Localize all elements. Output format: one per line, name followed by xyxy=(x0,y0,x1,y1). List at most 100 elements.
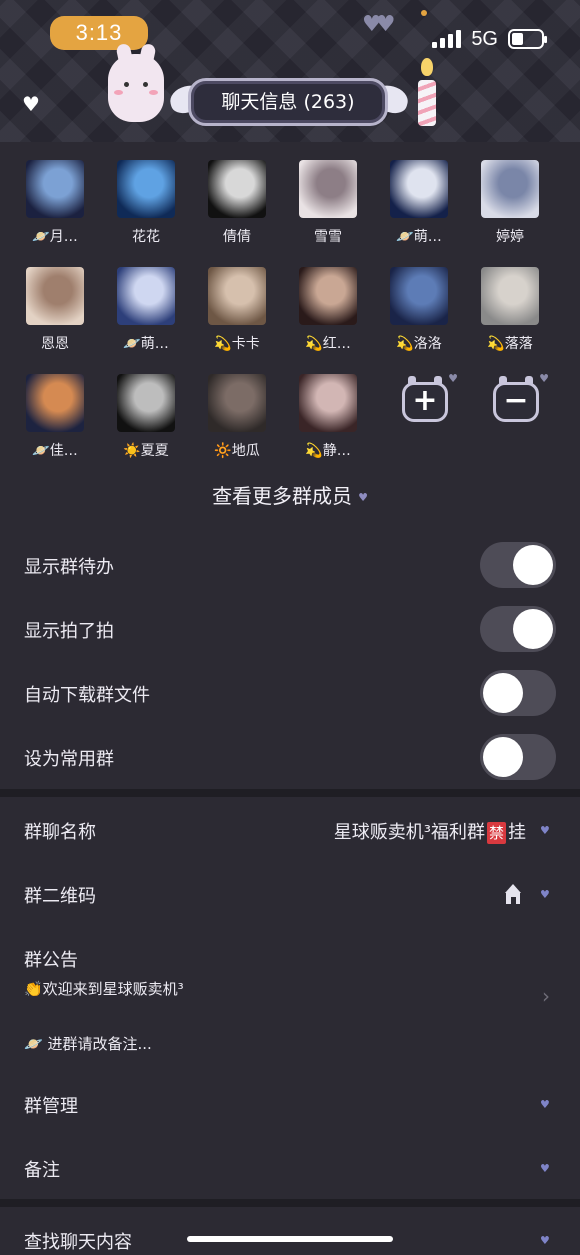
group-qr-label: 群二维码 xyxy=(24,886,96,907)
network-label: 5G xyxy=(471,27,498,50)
sparkle-icon: ♥ xyxy=(539,372,549,385)
group-name-suffix: 挂 xyxy=(508,822,526,843)
avatar xyxy=(390,267,448,325)
member-item[interactable]: 🪐佳… xyxy=(13,374,97,460)
group-qr-row[interactable]: 群二维码 ♥ xyxy=(0,864,580,924)
status-icons: 5G xyxy=(432,24,547,54)
avatar xyxy=(299,374,357,432)
remark-row[interactable]: 备注 ♥ xyxy=(0,1140,580,1196)
remark-label: 备注 xyxy=(24,1160,60,1181)
avatar xyxy=(117,160,175,218)
member-name: ☀️夏夏 xyxy=(123,443,169,459)
member-item[interactable]: 💫卡卡 xyxy=(195,267,279,353)
avatar xyxy=(481,160,539,218)
avatar xyxy=(26,267,84,325)
search-chat-label: 查找聊天内容 xyxy=(24,1232,132,1253)
member-name: 花花 xyxy=(132,229,160,245)
avatar xyxy=(208,267,266,325)
member-name: 💫静… xyxy=(305,443,351,459)
status-time: 3:13 xyxy=(50,16,148,50)
group-manage-label: 群管理 xyxy=(24,1096,78,1117)
avatar xyxy=(208,374,266,432)
member-item[interactable]: 🔆地瓜 xyxy=(195,374,279,460)
qr-code-icon xyxy=(502,884,524,904)
chevron-right-icon: › xyxy=(542,984,550,1008)
member-name: 婷婷 xyxy=(496,229,524,245)
group-name-value: 星球贩卖机³福利群禁挂 xyxy=(334,818,526,844)
member-name: 🪐月… xyxy=(32,229,78,245)
member-item[interactable]: 💫红… xyxy=(286,267,370,353)
member-name: 💫落落 xyxy=(487,336,533,352)
toggle-group-todo[interactable] xyxy=(480,542,556,588)
group-manage-row[interactable]: 群管理 ♥ xyxy=(0,1076,580,1132)
remove-member-button[interactable]: − ♥ xyxy=(489,372,549,430)
avatar xyxy=(208,160,266,218)
view-more-members-link[interactable]: 查看更多群成员 ♥ xyxy=(0,480,580,509)
member-name: 🪐萌… xyxy=(396,229,442,245)
avatar xyxy=(26,374,84,432)
member-name: 🪐萌… xyxy=(123,336,169,352)
member-item[interactable]: 婷婷 xyxy=(468,160,552,246)
announcement-line2: 🪐 进群请改备注... xyxy=(24,1035,152,1053)
member-name: 恩恩 xyxy=(41,336,69,352)
back-heart-icon[interactable]: ♥ xyxy=(22,92,40,116)
member-item[interactable]: 倩倩 xyxy=(195,160,279,246)
decor-hearts-icon: ♥♥ xyxy=(362,12,396,37)
member-item[interactable]: 恩恩 xyxy=(13,267,97,353)
toggle-pat[interactable] xyxy=(480,606,556,652)
member-name: 倩倩 xyxy=(223,229,251,245)
heart-arrow-icon: ♥ xyxy=(540,888,550,901)
add-member-button[interactable]: + ♥ xyxy=(398,372,458,430)
member-item[interactable]: 雪雪 xyxy=(286,160,370,246)
member-name: 🔆地瓜 xyxy=(214,443,260,459)
bunny-sticker-icon xyxy=(108,54,164,122)
heart-icon: ♥ xyxy=(358,491,368,504)
decor-dot xyxy=(421,10,427,16)
heart-arrow-icon: ♥ xyxy=(540,824,550,837)
avatar xyxy=(390,160,448,218)
member-name: 🪐佳… xyxy=(32,443,78,459)
toggle-label-group-todo: 显示群待办 xyxy=(24,557,114,578)
toggle-label-favorite-group: 设为常用群 xyxy=(24,749,114,770)
member-item[interactable]: 🪐月… xyxy=(13,160,97,246)
announcement-line1: 👏欢迎来到星球贩卖机³ xyxy=(24,980,184,998)
heart-arrow-icon: ♥ xyxy=(540,1162,550,1175)
group-announcement-row[interactable]: 群公告 👏欢迎来到星球贩卖机³ › 🪐 进群请改备注... xyxy=(0,932,580,1082)
member-item[interactable]: 花花 xyxy=(104,160,188,246)
section-divider xyxy=(0,789,580,797)
avatar xyxy=(117,267,175,325)
plus-icon: + xyxy=(412,383,438,418)
toggle-label-pat: 显示拍了拍 xyxy=(24,621,114,642)
member-name: 💫洛洛 xyxy=(396,336,442,352)
toggle-auto-download[interactable] xyxy=(480,670,556,716)
member-item[interactable]: ☀️夏夏 xyxy=(104,374,188,460)
member-item[interactable]: 💫静… xyxy=(286,374,370,460)
avatar xyxy=(117,374,175,432)
member-name: 💫卡卡 xyxy=(214,336,260,352)
member-item[interactable]: 💫落落 xyxy=(468,267,552,353)
member-name: 💫红… xyxy=(305,336,351,352)
signal-icon xyxy=(432,30,462,48)
avatar xyxy=(299,160,357,218)
group-name-row[interactable]: 群聊名称 星球贩卖机³福利群禁挂 ♥ xyxy=(0,800,580,860)
member-name: 雪雪 xyxy=(314,229,342,245)
member-item[interactable]: 🪐萌… xyxy=(377,160,461,246)
avatar xyxy=(299,267,357,325)
heart-arrow-icon: ♥ xyxy=(540,1234,550,1247)
header: 3:13 ♥♥ 5G ♥ 聊天信息 (263) xyxy=(0,0,580,142)
member-item[interactable]: 💫洛洛 xyxy=(377,267,461,353)
member-item[interactable]: 🪐萌… xyxy=(104,267,188,353)
toggle-label-auto-download: 自动下载群文件 xyxy=(24,685,150,706)
avatar xyxy=(481,267,539,325)
page-title: 聊天信息 (263) xyxy=(188,78,388,126)
search-chat-row[interactable]: 查找聊天内容 ♥ xyxy=(0,1210,580,1255)
avatar xyxy=(26,160,84,218)
minus-icon: − xyxy=(503,383,529,418)
candle-icon xyxy=(414,58,438,126)
toggle-favorite-group[interactable] xyxy=(480,734,556,780)
battery-icon xyxy=(508,29,547,49)
group-name-label: 群聊名称 xyxy=(24,822,96,843)
home-indicator[interactable] xyxy=(187,1236,393,1242)
heart-arrow-icon: ♥ xyxy=(540,1098,550,1111)
view-more-members-label: 查看更多群成员 xyxy=(212,484,353,508)
